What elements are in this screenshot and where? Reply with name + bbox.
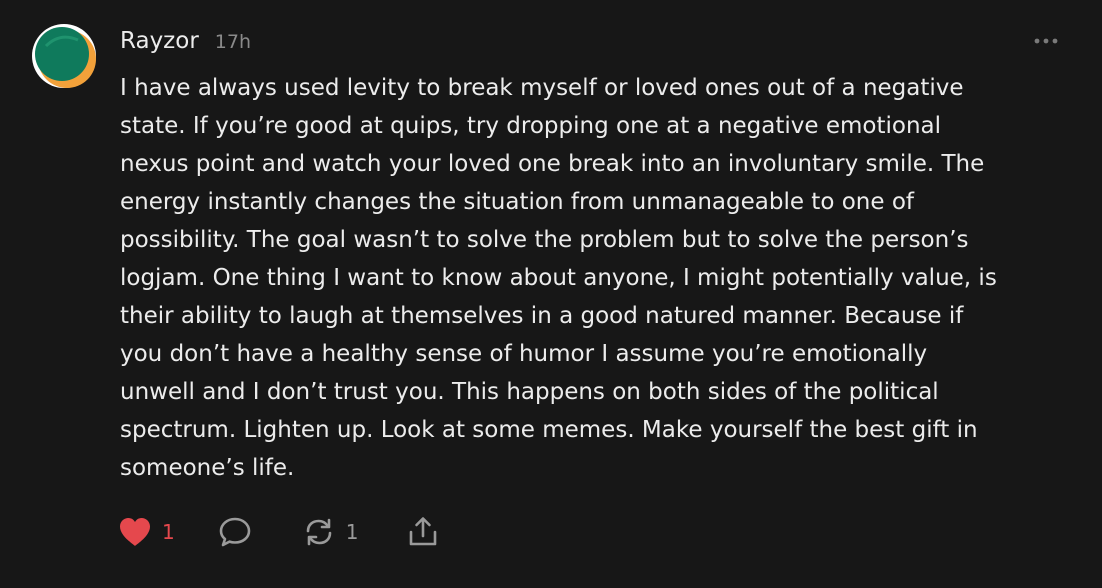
share-icon <box>410 517 437 546</box>
author-name[interactable]: Rayzor <box>120 28 199 54</box>
comment-body: I have always used levity to break mysel… <box>120 69 1080 487</box>
comment-line: nexus point and watch your loved one bre… <box>120 151 985 177</box>
restack-button[interactable]: 1 <box>302 512 359 552</box>
comment-line: spectrum. Lighten up. Look at some memes… <box>120 417 978 443</box>
heart-icon <box>120 518 150 546</box>
like-count: 1 <box>162 520 175 544</box>
comment-line: possibility. The goal wasn’t to solve th… <box>120 227 969 253</box>
timestamp[interactable]: 17h <box>215 31 251 53</box>
comment-line: state. If you’re good at quips, try drop… <box>120 113 942 139</box>
comment-card: Rayzor 17h I have always used levity to … <box>0 0 1102 588</box>
restack-arrows-icon <box>306 518 332 546</box>
more-options-button[interactable] <box>1030 30 1062 52</box>
comment-line: their ability to laugh at themselves in … <box>120 303 964 329</box>
comment-header: Rayzor 17h <box>120 28 251 54</box>
more-horizontal-icon <box>1034 38 1058 44</box>
speech-bubble-icon <box>219 517 251 547</box>
comment-line: you don’t have a healthy sense of humor … <box>120 341 928 367</box>
comment-line: logjam. One thing I want to know about a… <box>120 265 997 291</box>
avatar[interactable] <box>32 24 96 88</box>
comment-line: someone’s life. <box>120 455 295 481</box>
avatar-icon <box>32 24 96 88</box>
like-button[interactable]: 1 <box>118 512 175 552</box>
comment-actions: 1 1 <box>118 512 440 552</box>
reply-button[interactable] <box>218 512 252 552</box>
restack-count: 1 <box>345 520 359 544</box>
comment-line: I have always used levity to break mysel… <box>120 75 964 101</box>
comment-line: energy instantly changes the situation f… <box>120 189 914 215</box>
share-button[interactable] <box>406 512 440 552</box>
comment-line: unwell and I don’t trust you. This happe… <box>120 379 939 405</box>
